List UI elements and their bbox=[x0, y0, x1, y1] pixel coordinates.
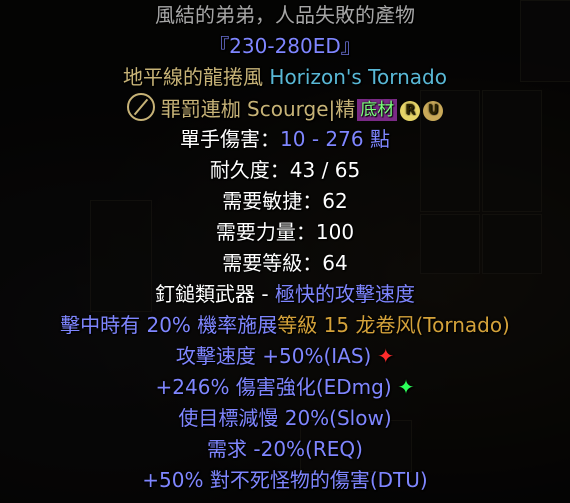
item-base-line: 罪罰連枷 Scourge|精 底材 R U bbox=[0, 93, 570, 125]
weapon-class-line: 釘鎚類武器 - 極快的攻擊速度 bbox=[0, 279, 570, 310]
unique-badge-icon: U bbox=[423, 101, 444, 121]
edmg-mod: +246% 傷害強化(EDmg) ✦ bbox=[0, 372, 570, 403]
rare-badge-icon: R bbox=[400, 101, 421, 121]
dtu-mod: +50% 對不死怪物的傷害(DTU) bbox=[142, 468, 428, 492]
item-base-name: 罪罰連枷 Scourge bbox=[160, 97, 329, 121]
durability: 耐久度：43 / 65 bbox=[209, 158, 361, 182]
required-level: 需要等級：64 bbox=[222, 251, 348, 275]
one-hand-damage-value: 10 - 276 點 bbox=[280, 127, 390, 151]
item-tooltip: 風結的弟弟，人品失敗的產物 『230-280ED』 地平線的龍捲風 Horizo… bbox=[0, 0, 570, 503]
one-hand-damage: 單手傷害：10 - 276 點 bbox=[0, 124, 570, 155]
edmg-mod-text: +246% 傷害強化(EDmg) bbox=[155, 375, 392, 399]
required-strength: 需要力量：100 bbox=[215, 220, 355, 244]
proc-mod-prefix: 擊中時有 20% 機率施展 bbox=[60, 313, 278, 337]
item-damage-tag: 『230-280ED』 bbox=[209, 34, 361, 58]
ias-mod: 攻擊速度 +50%(IAS) ✦ bbox=[0, 341, 570, 372]
green-star-icon: ✦ bbox=[397, 375, 415, 399]
base-badge: 底材 bbox=[357, 99, 398, 121]
weapon-class: 釘鎚類武器 - bbox=[155, 282, 275, 306]
item-flavor-text: 風結的弟弟，人品失敗的產物 bbox=[155, 3, 415, 27]
red-star-icon: ✦ bbox=[377, 344, 395, 368]
slow-mod: 使目標減慢 20%(Slow) bbox=[178, 406, 392, 430]
one-hand-damage-label: 單手傷害： bbox=[180, 127, 281, 151]
attack-speed-class: 極快的攻擊速度 bbox=[274, 282, 415, 306]
req-mod: 需求 -20%(REQ) bbox=[207, 437, 363, 461]
scourge-icon bbox=[126, 93, 155, 121]
required-dexterity: 需要敏捷：62 bbox=[222, 189, 348, 213]
proc-mod: 擊中時有 20% 機率施展等級 15 龙卷风(Tornado) bbox=[0, 310, 570, 341]
item-name: 地平線的龍捲風 Horizon's Tornado bbox=[0, 62, 570, 93]
item-name-en: Horizon's Tornado bbox=[269, 65, 447, 89]
item-name-cn: 地平線的龍捲風 bbox=[123, 65, 264, 89]
ias-mod-text: 攻擊速度 +50%(IAS) bbox=[175, 344, 372, 368]
item-base-quality: 精 bbox=[335, 97, 356, 121]
proc-mod-skill: 等級 15 龙卷风(Tornado) bbox=[277, 313, 510, 337]
